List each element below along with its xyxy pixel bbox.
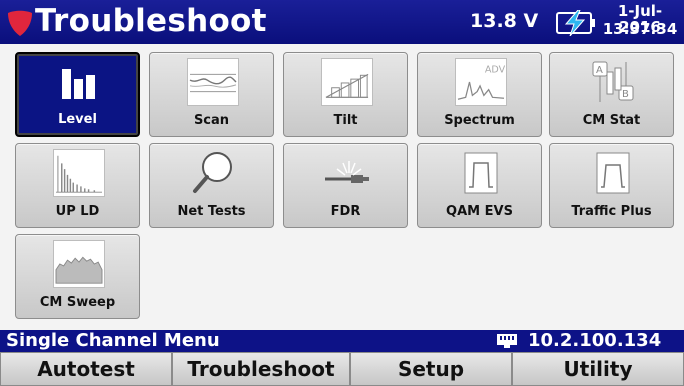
tile-label: Traffic Plus xyxy=(571,204,652,219)
spectrum-button[interactable]: ADV Spectrum xyxy=(417,52,542,137)
title-bar: Troubleshoot 13.8 V 1-Jul-2016 13:37:34 xyxy=(0,0,684,44)
menu-title: Single Channel Menu xyxy=(6,330,220,351)
svg-text:ADV: ADV xyxy=(485,64,506,75)
fdr-connector-icon xyxy=(321,149,373,197)
tile-label: Spectrum xyxy=(444,113,515,128)
ip-address: 10.2.100.134 xyxy=(528,330,662,351)
tile-label: FDR xyxy=(330,204,361,219)
magnifier-icon xyxy=(187,149,239,197)
qam-evs-button[interactable]: QAM EVS xyxy=(417,143,542,228)
shield-icon xyxy=(8,10,32,36)
level-bars-icon xyxy=(54,59,106,107)
cm-stat-icon: A B xyxy=(587,58,639,106)
time-readout: 13:37:34 xyxy=(602,20,678,38)
cm-sweep-button[interactable]: CM Sweep xyxy=(15,234,140,319)
up-ld-button[interactable]: UP LD xyxy=(15,143,140,228)
tile-label: CM Sweep xyxy=(39,295,116,310)
cm-stat-button[interactable]: A B CM Stat xyxy=(549,52,674,137)
softkey-bar: Autotest Troubleshoot Setup Utility xyxy=(0,352,684,386)
net-tests-button[interactable]: Net Tests xyxy=(149,143,274,228)
spectrum-adv-icon: ADV xyxy=(455,58,507,106)
tile-label: Net Tests xyxy=(177,204,246,219)
network-icon xyxy=(497,334,517,348)
traffic-plus-icon xyxy=(587,149,639,197)
traffic-plus-button[interactable]: Traffic Plus xyxy=(549,143,674,228)
troubleshoot-softkey[interactable]: Troubleshoot xyxy=(172,352,350,386)
level-button[interactable]: Level xyxy=(15,52,140,137)
tilt-button[interactable]: Tilt xyxy=(283,52,408,137)
tile-label: Level xyxy=(58,112,97,127)
tile-label: Tilt xyxy=(333,113,358,128)
utility-softkey[interactable]: Utility xyxy=(512,352,684,386)
cm-sweep-icon xyxy=(53,240,105,288)
voltage-readout: 13.8 V xyxy=(470,10,539,32)
tile-label: UP LD xyxy=(55,204,100,219)
tilt-icon xyxy=(321,58,373,106)
svg-text:B: B xyxy=(622,89,629,100)
status-bar: Single Channel Menu 10.2.100.134 xyxy=(0,330,684,352)
setup-softkey[interactable]: Setup xyxy=(350,352,512,386)
autotest-softkey[interactable]: Autotest xyxy=(0,352,172,386)
tile-label: Scan xyxy=(193,113,230,128)
battery-charging-icon xyxy=(556,10,595,36)
test-menu-grid: Level Scan Tilt ADV Spectrum A B CM Stat… xyxy=(0,44,684,330)
page-title: Troubleshoot xyxy=(35,3,267,39)
svg-text:A: A xyxy=(596,65,603,76)
scan-button[interactable]: Scan xyxy=(149,52,274,137)
scan-trace-icon xyxy=(187,58,239,106)
fdr-button[interactable]: FDR xyxy=(283,143,408,228)
tile-label: CM Stat xyxy=(582,113,641,128)
tile-label: QAM EVS xyxy=(446,204,513,219)
upstream-load-icon xyxy=(53,149,105,197)
qam-evs-icon xyxy=(455,149,507,197)
